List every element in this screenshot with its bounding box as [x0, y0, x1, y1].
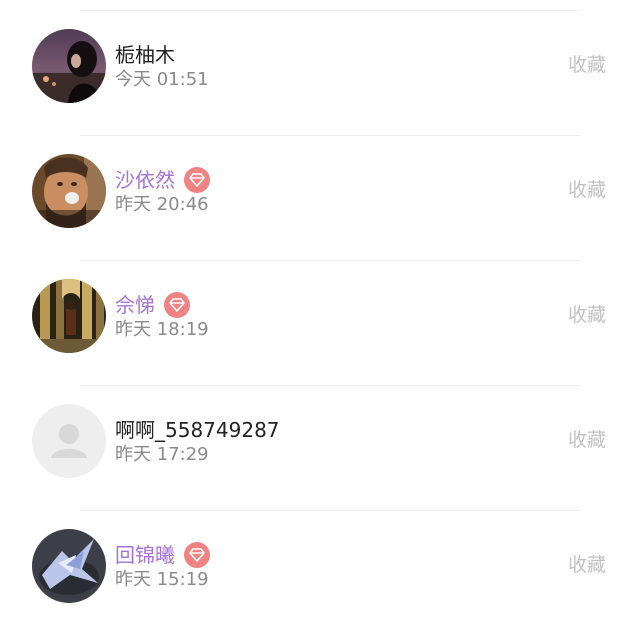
list-item[interactable]: 栀柚木 今天 01:51 收藏 — [0, 2, 640, 127]
avatar[interactable] — [32, 279, 106, 353]
avatar-photo-icon — [32, 529, 106, 603]
timestamp: 今天 01:51 — [115, 69, 209, 90]
avatar-photo-icon — [32, 154, 106, 228]
vip-badge — [164, 292, 190, 318]
timestamp: 昨天 20:46 — [115, 194, 209, 215]
vip-badge — [184, 542, 210, 568]
list-item[interactable]: 沙依然 昨天 20:46 收藏 — [0, 127, 640, 252]
name-line: 啊啊_558749287 — [115, 416, 280, 444]
user-name[interactable]: 栀柚木 — [115, 41, 175, 69]
favorite-button[interactable]: 收藏 — [568, 52, 606, 78]
timestamp: 昨天 18:19 — [115, 319, 209, 340]
favorite-button[interactable]: 收藏 — [568, 302, 606, 328]
vip-badge — [184, 167, 210, 193]
follower-list: 栀柚木 今天 01:51 收藏 沙依然 昨天 20:46 收藏 佘悌 昨天 18… — [0, 0, 640, 603]
name-line: 沙依然 — [115, 166, 210, 194]
name-line: 佘悌 — [115, 291, 190, 319]
timestamp: 昨天 17:29 — [115, 444, 209, 465]
user-name[interactable]: 啊啊_558749287 — [115, 416, 280, 444]
user-name[interactable]: 沙依然 — [115, 166, 175, 194]
diamond-icon — [189, 548, 205, 562]
avatar[interactable] — [32, 29, 106, 103]
diamond-icon — [169, 298, 185, 312]
timestamp: 昨天 15:19 — [115, 569, 209, 590]
name-line: 回锦曦 — [115, 541, 210, 569]
favorite-button[interactable]: 收藏 — [568, 177, 606, 203]
name-line: 栀柚木 — [115, 41, 175, 69]
user-name[interactable]: 回锦曦 — [115, 541, 175, 569]
list-item[interactable]: 佘悌 昨天 18:19 收藏 — [0, 252, 640, 377]
avatar[interactable] — [32, 529, 106, 603]
avatar[interactable] — [32, 404, 106, 478]
list-item[interactable]: 啊啊_558749287 昨天 17:29 收藏 — [0, 377, 640, 502]
favorite-button[interactable]: 收藏 — [568, 552, 606, 578]
default-user-icon — [32, 404, 106, 478]
avatar-photo-icon — [32, 279, 106, 353]
diamond-icon — [189, 173, 205, 187]
avatar-photo-icon — [32, 29, 106, 103]
user-name[interactable]: 佘悌 — [115, 291, 155, 319]
avatar[interactable] — [32, 154, 106, 228]
favorite-button[interactable]: 收藏 — [568, 427, 606, 453]
list-item[interactable]: 回锦曦 昨天 15:19 收藏 — [0, 502, 640, 627]
